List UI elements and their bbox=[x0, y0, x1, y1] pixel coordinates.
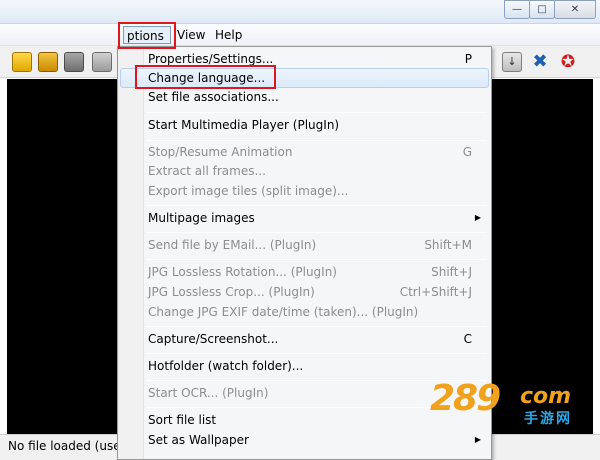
menu-item-label: JPG Lossless Crop... (PlugIn) bbox=[148, 285, 315, 299]
tools-icon[interactable]: ✖ bbox=[530, 52, 550, 72]
menu-separator bbox=[146, 353, 487, 354]
window-controls: — □ ✕ bbox=[504, 0, 596, 20]
menu-separator bbox=[146, 326, 487, 327]
menu-item-send-file-by-email: Send file by EMail... (PlugIn) Shift+M bbox=[120, 235, 489, 255]
menu-item-jpg-lossless-rotation: JPG Lossless Rotation... (PlugIn) Shift+… bbox=[120, 262, 489, 282]
menu-item-hotfolder[interactable]: Hotfolder (watch folder)... bbox=[120, 356, 489, 376]
folder-browse-icon[interactable] bbox=[38, 52, 58, 72]
submenu-arrow-icon: ▶ bbox=[474, 213, 481, 222]
menu-options[interactable]: ptions bbox=[123, 26, 171, 44]
title-bar: — □ ✕ bbox=[0, 0, 600, 24]
plugin-icon[interactable]: ✪ bbox=[558, 52, 578, 72]
menu-item-label: Multipage images bbox=[148, 211, 255, 225]
menu-item-jpg-lossless-crop: JPG Lossless Crop... (PlugIn) Ctrl+Shift… bbox=[120, 282, 489, 302]
menu-item-label: Set file associations... bbox=[148, 90, 279, 104]
watermark-logo: 289 com 手游网 bbox=[430, 378, 590, 428]
menu-bar: ptions View Help bbox=[0, 24, 600, 46]
watermark-cn: 手游网 bbox=[524, 411, 572, 427]
menu-item-export-image-tiles: Export image tiles (split image)... bbox=[120, 181, 489, 201]
status-text: No file loaded (use I bbox=[8, 439, 128, 453]
menu-item-label: Sort file list bbox=[148, 413, 217, 427]
menu-item-start-multimedia-player[interactable]: Start Multimedia Player (PlugIn) bbox=[120, 115, 489, 135]
menu-item-label: Export image tiles (split image)... bbox=[148, 184, 349, 198]
menu-item-extract-all-frames: Extract all frames... bbox=[120, 161, 489, 181]
save-icon[interactable] bbox=[64, 52, 84, 72]
menu-help[interactable]: Help bbox=[211, 26, 246, 44]
menu-item-shortcut: C bbox=[463, 332, 472, 346]
menu-separator bbox=[146, 259, 487, 260]
menu-separator bbox=[146, 232, 487, 233]
menu-item-label: JPG Lossless Rotation... (PlugIn) bbox=[148, 265, 337, 279]
menu-item-stop-resume-animation: Stop/Resume Animation G bbox=[120, 142, 489, 162]
menu-item-label: Set as Wallpaper bbox=[148, 433, 249, 447]
menu-item-multipage-images[interactable]: Multipage images ▶ bbox=[120, 208, 489, 228]
menu-view[interactable]: View bbox=[173, 26, 209, 44]
menu-item-shortcut: G bbox=[462, 145, 472, 159]
print-icon[interactable] bbox=[92, 52, 112, 72]
menu-item-capture-screenshot[interactable]: Capture/Screenshot... C bbox=[120, 329, 489, 349]
download-icon[interactable]: ↓ bbox=[502, 52, 522, 72]
menu-item-label: Start OCR... (PlugIn) bbox=[148, 386, 269, 400]
submenu-arrow-icon: ▶ bbox=[474, 435, 481, 444]
close-icon[interactable]: ✕ bbox=[554, 0, 596, 19]
menu-item-shortcut: P bbox=[464, 52, 472, 66]
menu-item-label: Change JPG EXIF date/time (taken)... (Pl… bbox=[148, 305, 419, 319]
maximize-icon[interactable]: □ bbox=[529, 0, 555, 19]
menu-item-shortcut: Shift+J bbox=[431, 265, 472, 279]
menu-item-label: Hotfolder (watch folder)... bbox=[148, 359, 304, 373]
minimize-icon[interactable]: — bbox=[504, 0, 530, 19]
menu-item-shortcut: Shift+M bbox=[424, 238, 472, 252]
menu-item-label: Send file by EMail... (PlugIn) bbox=[148, 238, 317, 252]
menu-separator bbox=[146, 112, 487, 113]
menu-item-shortcut: Ctrl+Shift+J bbox=[399, 285, 472, 299]
menu-item-label: Properties/Settings... bbox=[148, 52, 274, 66]
menu-item-label: Start Multimedia Player (PlugIn) bbox=[148, 118, 340, 132]
menu-item-label: Stop/Resume Animation bbox=[148, 145, 293, 159]
menu-separator bbox=[146, 205, 487, 206]
menu-item-change-jpg-exif-date: Change JPG EXIF date/time (taken)... (Pl… bbox=[120, 302, 489, 322]
watermark-number: 289 bbox=[430, 378, 501, 419]
menu-separator bbox=[146, 140, 487, 141]
menu-item-set-file-associations[interactable]: Set file associations... bbox=[120, 87, 489, 107]
menu-item-properties-settings[interactable]: Properties/Settings... P bbox=[120, 49, 489, 69]
watermark-com: com bbox=[520, 384, 572, 409]
folder-open-icon[interactable] bbox=[12, 52, 32, 72]
menu-item-set-as-wallpaper[interactable]: Set as Wallpaper ▶ bbox=[120, 430, 489, 450]
menu-item-label: Capture/Screenshot... bbox=[148, 332, 279, 346]
menu-item-label: Extract all frames... bbox=[148, 164, 266, 178]
menu-item-label: Change language... bbox=[148, 71, 266, 85]
menu-item-change-language[interactable]: Change language... bbox=[120, 68, 489, 88]
